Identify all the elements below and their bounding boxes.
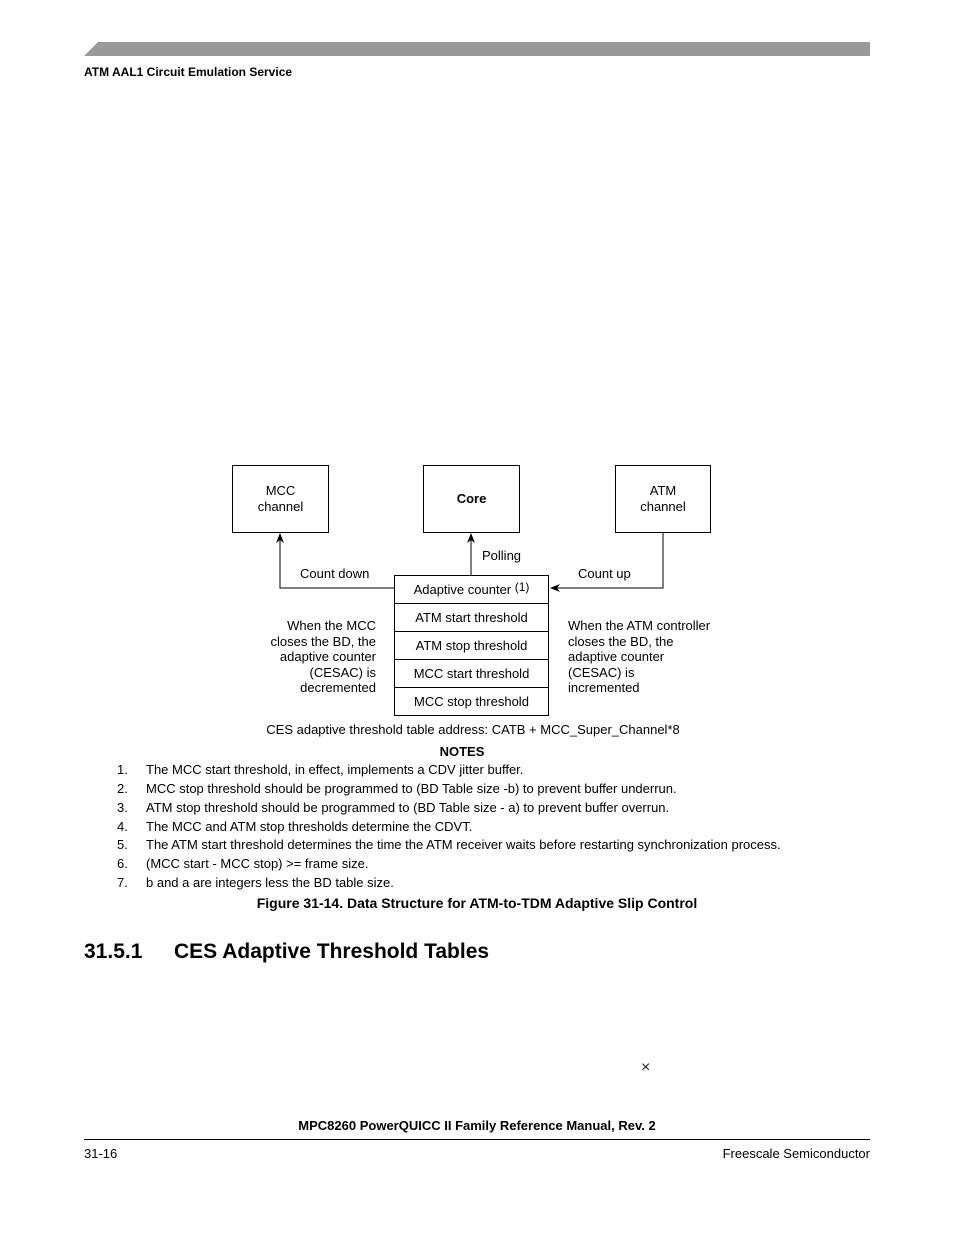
atm-channel-box: ATM channel [615, 465, 711, 533]
annotation-line: When the ATM controller [568, 618, 711, 633]
note-number: 3. [117, 800, 128, 815]
note-item: 2. MCC stop threshold should be programme… [117, 781, 677, 796]
row-label: ATM stop threshold [415, 638, 528, 653]
footer-title: MPC8260 PowerQUICC II Family Reference M… [298, 1118, 656, 1133]
annotation-line: closes the BD, the [270, 633, 377, 649]
core-box: Core [423, 465, 520, 533]
notes-heading: NOTES [439, 744, 485, 759]
annotation-line: incremented [568, 680, 640, 695]
atm-channel-label-line1: ATM [649, 483, 677, 498]
mcc-channel-label-line2: channel [257, 499, 304, 514]
table-row-mcc-stop-threshold: MCC stop threshold [394, 687, 549, 716]
row-label: MCC stop threshold [414, 694, 529, 709]
note-text: MCC stop threshold should be programmed … [146, 781, 677, 796]
section-heading: 31.5.1 CES Adaptive Threshold Tables [84, 940, 489, 964]
count-up-label: Count up [578, 566, 631, 581]
table-row-adaptive-counter: Adaptive counter (1) [394, 575, 549, 604]
note-text: ATM stop threshold should be programmed … [146, 800, 670, 815]
row-label: MCC start threshold [413, 666, 530, 681]
table-row-atm-start-threshold: ATM start threshold [394, 603, 549, 632]
note-text: The MCC start threshold, in effect, impl… [146, 762, 524, 777]
annotation-line: decremented [300, 680, 376, 695]
footnote-ref: (1) [514, 579, 530, 594]
note-text: (MCC start - MCC stop) >= frame size. [146, 856, 369, 871]
note-number: 5. [117, 837, 128, 852]
note-text: The MCC and ATM stop thresholds determin… [146, 819, 473, 834]
count-down-label: Count down [300, 566, 370, 581]
annotation-line: adaptive counter [568, 649, 665, 664]
note-number: 6. [117, 856, 128, 871]
footer-rule [84, 1139, 870, 1140]
core-label: Core [456, 491, 487, 506]
table-row-mcc-start-threshold: MCC start threshold [394, 659, 549, 688]
note-item: 1. The MCC start threshold, in effect, im… [117, 762, 523, 777]
publisher-name: Freescale Semiconductor [722, 1146, 870, 1161]
annotation-line: When the MCC [287, 618, 376, 633]
table-address-line: CES adaptive threshold table address: CA… [266, 722, 680, 737]
atm-channel-label-line2: channel [640, 499, 686, 514]
annotation-line: (CESAC) is [568, 664, 635, 680]
right-annotation: When the ATM controller closes the BD, t… [568, 618, 710, 696]
note-text: b and a are integers less the BD table s… [146, 875, 394, 890]
polling-label: Polling [482, 548, 522, 563]
section-title: CES Adaptive Threshold Tables [174, 940, 490, 963]
note-number: 2. [117, 781, 128, 796]
row-label: ATM start threshold [415, 610, 528, 625]
stray-x-mark: × [641, 1059, 651, 1076]
page-number: 31-16 [84, 1146, 118, 1161]
note-number: 7. [117, 875, 128, 890]
note-text: The ATM start threshold determines the t… [146, 837, 781, 852]
note-item: 3. ATM stop threshold should be programme… [117, 800, 669, 815]
figure-caption: Figure 31-14. Data Structure for ATM-to-… [256, 895, 698, 911]
mcc-channel-label-line1: MCC [265, 483, 296, 498]
note-item: 6. (MCC start - MCC stop) >= frame size. [117, 856, 368, 871]
annotation-line: closes the BD, the [568, 633, 674, 649]
section-number: 31.5.1 [84, 940, 143, 963]
note-number: 1. [117, 762, 128, 777]
mcc-channel-box: MCC channel [232, 465, 329, 533]
note-item: 5. The ATM start threshold determines the… [117, 837, 781, 852]
table-row-atm-stop-threshold: ATM stop threshold [394, 631, 549, 660]
note-number: 4. [117, 819, 128, 834]
annotation-line: adaptive counter [279, 649, 376, 664]
left-annotation: When the MCC closes the BD, the adaptive… [271, 618, 377, 696]
note-item: 4. The MCC and ATM stop thresholds determ… [117, 819, 472, 834]
annotation-line: (CESAC) is [309, 664, 376, 680]
row-label: Adaptive counter [413, 582, 512, 597]
note-item: 7. b and a are integers less the BD table… [117, 875, 394, 890]
